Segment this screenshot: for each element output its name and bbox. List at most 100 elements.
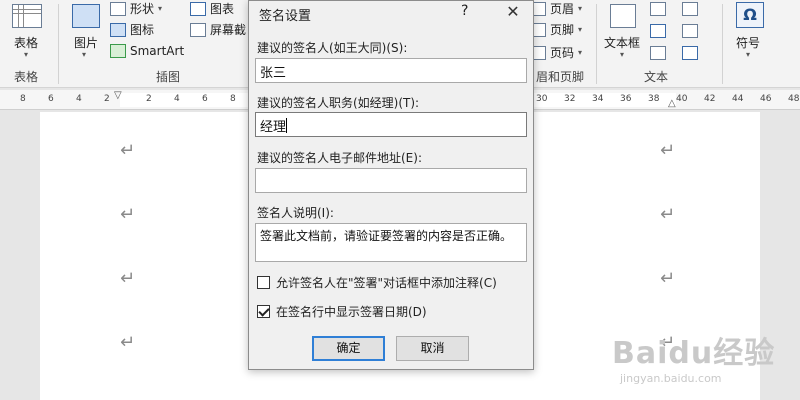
textbox-button-label: 文本框: [604, 36, 641, 50]
right-indent-marker[interactable]: △: [668, 98, 676, 109]
chart-button[interactable]: 图表: [190, 0, 234, 17]
screenshot-label: 屏幕截: [210, 23, 247, 37]
ruler-tick-label: 2: [104, 94, 110, 104]
paragraph-mark: ↵: [660, 140, 676, 161]
chevron-down-icon: ▾: [578, 48, 583, 57]
paragraph-mark: ↵: [120, 268, 136, 289]
object-icon[interactable]: [682, 46, 698, 60]
footer-button[interactable]: 页脚 ▾: [530, 21, 582, 38]
close-icon[interactable]: ✕: [501, 1, 525, 23]
screenshot-button[interactable]: 屏幕截: [190, 21, 246, 38]
group-label-text: 文本: [644, 70, 669, 84]
table-button[interactable]: 表格 ▾: [8, 2, 48, 59]
smartart-label: SmartArt: [130, 44, 185, 58]
picture-icon: [72, 4, 100, 28]
ruler-tick-label: 4: [76, 94, 82, 104]
signer-title-input[interactable]: 经理: [255, 112, 527, 137]
baidu-watermark: Baidu经验 jingyan.baidu.com: [612, 328, 792, 388]
help-icon[interactable]: ?: [461, 3, 468, 19]
first-line-indent-marker[interactable]: ▽: [114, 90, 122, 101]
group-divider: [596, 4, 597, 84]
smartart-button[interactable]: SmartArt: [110, 44, 184, 58]
ruler-tick-label: 30: [536, 94, 548, 104]
show-date-checkbox[interactable]: [257, 305, 270, 318]
group-divider: [58, 4, 59, 84]
ruler-tick-label: 36: [620, 94, 632, 104]
instructions-textarea[interactable]: 签署此文档前，请验证要签署的内容是否正确。: [255, 223, 527, 262]
symbol-button[interactable]: Ω 符号 ▾: [732, 2, 768, 62]
shapes-icon: [110, 1, 126, 16]
signature-line-icon[interactable]: [682, 2, 698, 16]
cancel-button[interactable]: 取消: [396, 336, 469, 361]
ruler-tick-label: 6: [202, 94, 208, 104]
page-number-button[interactable]: 页码 ▾: [530, 44, 582, 61]
signer-title-value: 经理: [260, 120, 287, 135]
wordart-icon[interactable]: [650, 24, 666, 38]
ruler-tick-label: 42: [704, 94, 716, 104]
icons-button[interactable]: 图标: [110, 21, 154, 38]
header-label: 页眉: [550, 2, 575, 16]
ruler-tick-label: 46: [760, 94, 772, 104]
header-button[interactable]: 页眉 ▾: [530, 0, 582, 17]
chevron-down-icon: ▾: [158, 4, 163, 13]
chevron-down-icon: ▾: [82, 50, 87, 59]
watermark-url: jingyan.baidu.com: [620, 372, 722, 385]
paragraph-mark: ↵: [120, 204, 136, 225]
paragraph-mark: ↵: [660, 204, 676, 225]
signer-email-label: 建议的签名人电子邮件地址(E):: [257, 151, 422, 165]
chevron-down-icon: ▾: [620, 50, 625, 59]
picture-button[interactable]: 图片 ▾: [68, 2, 106, 62]
picture-button-label: 图片: [74, 36, 99, 50]
ruler-tick-label: 48: [788, 94, 800, 104]
quick-parts-icon[interactable]: [650, 2, 666, 16]
shapes-label: 形状: [130, 2, 155, 16]
symbol-button-label: 符号: [736, 36, 761, 50]
smartart-icon: [110, 44, 126, 58]
textbox-icon: [610, 4, 636, 28]
table-button-label: 表格: [14, 36, 39, 50]
signer-name-label: 建议的签名人(如王大同)(S):: [257, 41, 408, 55]
ruler-tick-label: 8: [20, 94, 26, 104]
ok-button[interactable]: 确定: [312, 336, 385, 361]
paragraph-mark: ↵: [660, 268, 676, 289]
signer-email-input[interactable]: [255, 168, 527, 193]
ruler-tick-label: 40: [676, 94, 688, 104]
group-label-illustrations: 插图: [156, 70, 181, 84]
text-cursor: [286, 118, 288, 133]
ruler-tick-label: 8: [230, 94, 236, 104]
paragraph-mark: ↵: [120, 332, 136, 353]
ruler-tick-label: 2: [146, 94, 152, 104]
instructions-label: 签名人说明(I):: [257, 206, 334, 220]
chart-label: 图表: [210, 2, 235, 16]
signature-setup-dialog: 签名设置 ? ✕ 建议的签名人(如王大同)(S): 张三 建议的签名人职务(如经…: [248, 0, 534, 370]
ruler-tick-label: 6: [48, 94, 54, 104]
allow-comments-option[interactable]: 允许签名人在"签署"对话框中添加注释(C): [257, 274, 497, 291]
chevron-down-icon: ▾: [578, 25, 583, 34]
dialog-title: 签名设置: [259, 9, 312, 24]
ruler-tick-label: 44: [732, 94, 744, 104]
signer-name-value: 张三: [260, 66, 287, 81]
signer-title-label: 建议的签名人职务(如经理)(T):: [257, 96, 420, 110]
date-time-icon[interactable]: [682, 24, 698, 38]
chevron-down-icon: ▾: [746, 50, 751, 59]
paragraph-mark: ↵: [120, 140, 136, 161]
chevron-down-icon: ▾: [24, 50, 29, 59]
ruler-tick-label: 38: [648, 94, 660, 104]
chevron-down-icon: ▾: [578, 4, 583, 13]
chart-icon: [190, 1, 206, 16]
textbox-button[interactable]: 文本框 ▾: [602, 2, 646, 62]
ruler-tick-label: 32: [564, 94, 576, 104]
allow-comments-checkbox[interactable]: [257, 276, 270, 289]
dropcap-icon[interactable]: [650, 46, 666, 60]
allow-comments-label: 允许签名人在"签署"对话框中添加注释(C): [276, 276, 497, 290]
show-date-option[interactable]: 在签名行中显示签署日期(D): [257, 303, 427, 320]
group-label-table: 表格: [14, 70, 39, 84]
shapes-button[interactable]: 形状 ▾: [110, 0, 162, 17]
icons-label: 图标: [130, 23, 155, 37]
show-date-label: 在签名行中显示签署日期(D): [276, 305, 427, 319]
signer-name-input[interactable]: 张三: [255, 58, 527, 83]
instructions-value: 签署此文档前，请验证要签署的内容是否正确。: [260, 229, 513, 243]
watermark-brand: Baidu经验: [612, 336, 776, 371]
omega-icon: Ω: [736, 2, 764, 28]
ruler-tick-label: 4: [174, 94, 180, 104]
